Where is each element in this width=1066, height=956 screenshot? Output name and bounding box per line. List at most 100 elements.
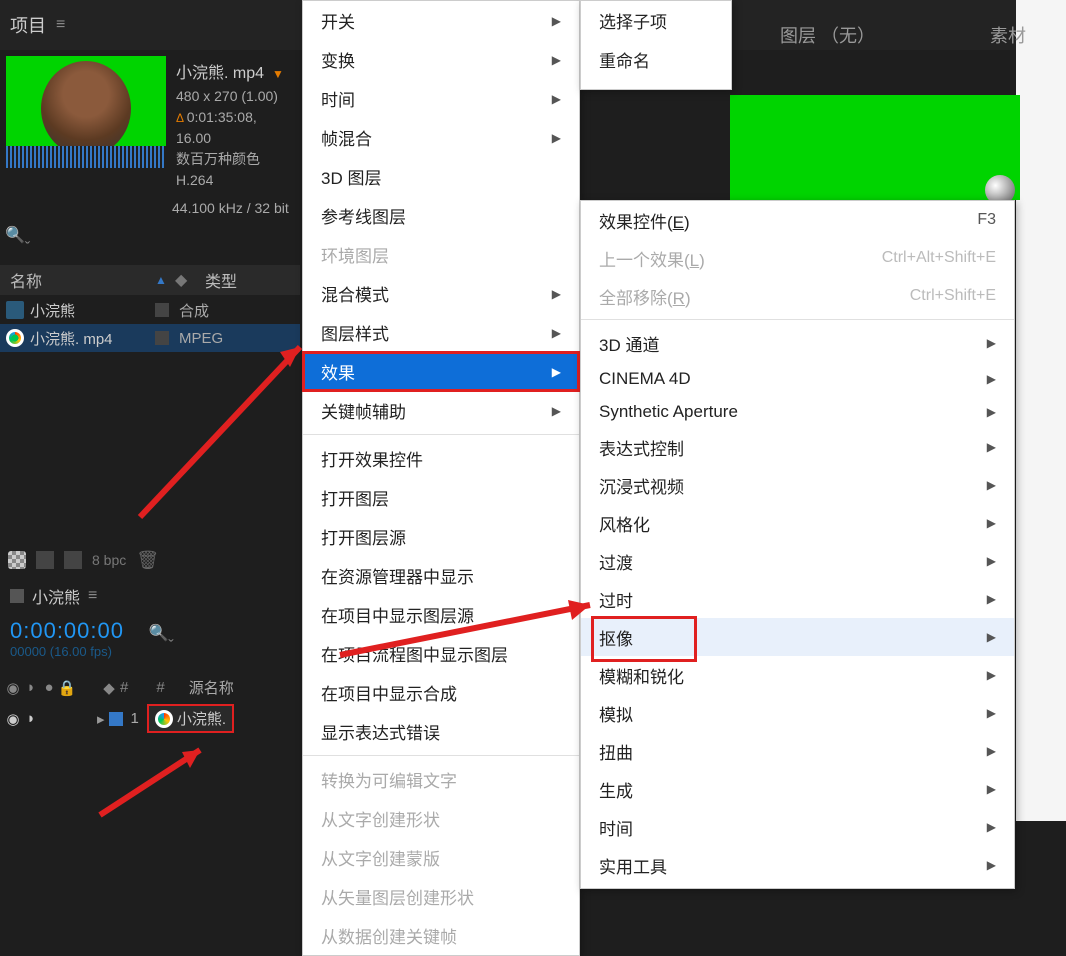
menu-item[interactable]: 选择子项 — [581, 1, 731, 40]
menu-item: 环境图层 — [303, 235, 579, 274]
menu-item[interactable]: 模拟▶ — [581, 694, 1014, 732]
menu-item[interactable]: 开关▶ — [303, 1, 579, 40]
chevron-right-icon: ▶ — [987, 820, 996, 834]
menu-item[interactable]: 抠像▶ — [581, 618, 1014, 656]
comp-icon — [6, 301, 24, 319]
search-icon[interactable]: 🔍⁠ˬ — [148, 623, 173, 643]
menu-item[interactable]: 过渡▶ — [581, 542, 1014, 580]
menu-item[interactable]: 显示表达式错误 — [303, 712, 579, 751]
timeline-row[interactable]: ◉ ◗ ▸ 1 小浣熊. — [0, 700, 300, 737]
file-thumbnail[interactable] — [6, 56, 166, 168]
project-search[interactable]: 🔍⁠ˬ — [5, 225, 30, 245]
menu-item: 从数据创建关键帧 — [303, 916, 579, 955]
row-tag[interactable] — [155, 303, 169, 317]
menu-item[interactable]: Synthetic Aperture▶ — [581, 395, 1014, 428]
row-name: 小浣熊. mp4 — [30, 328, 155, 349]
chevron-right-icon: ▶ — [987, 554, 996, 568]
menu-item[interactable]: 在项目流程图中显示图层 — [303, 634, 579, 673]
menu-item[interactable]: 模糊和锐化▶ — [581, 656, 1014, 694]
menu-item[interactable]: 混合模式▶ — [303, 274, 579, 313]
expand-icon[interactable]: ▸ — [97, 710, 105, 728]
menu-item[interactable]: 3D 图层 — [303, 157, 579, 196]
chevron-right-icon: ▶ — [552, 326, 561, 340]
annotation-arrow — [90, 730, 220, 821]
menu-item[interactable]: 时间▶ — [303, 79, 579, 118]
menu-item[interactable]: 沉浸式视频▶ — [581, 466, 1014, 504]
project-list-header: 名称 ▲ ◆ 类型 — [0, 265, 300, 295]
project-panel: 小浣熊. mp4 ▼ 480 x 270 (1.00) Δ 0:01:35:08… — [0, 50, 300, 203]
menu-item[interactable]: 重命名 — [581, 40, 731, 79]
chevron-right-icon: ▶ — [987, 372, 996, 386]
composition-preview[interactable] — [730, 95, 1020, 200]
menu-item[interactable]: 时间▶ — [581, 808, 1014, 846]
menu-item: 从矢量图层创建形状 — [303, 877, 579, 916]
list-row[interactable]: 小浣熊 合成 — [0, 296, 300, 324]
chevron-right-icon: ▶ — [987, 782, 996, 796]
menu-item[interactable]: 打开效果控件 — [303, 439, 579, 478]
row-type: MPEG — [179, 330, 223, 347]
menu-item[interactable]: 参考线图层 — [303, 196, 579, 235]
menu-item[interactable]: 关键帧辅助▶ — [303, 391, 579, 430]
trash-icon[interactable]: 🗑 — [136, 550, 159, 571]
menu-item[interactable]: 过时▶ — [581, 580, 1014, 618]
eye-icon[interactable]: ◉ — [6, 712, 20, 726]
menu-item[interactable]: CINEMA 4D▶ — [581, 362, 1014, 395]
menu-item[interactable]: 在项目中显示合成 — [303, 673, 579, 712]
chevron-right-icon: ▶ — [552, 404, 561, 418]
col-name[interactable]: 名称 — [0, 268, 155, 292]
caret-down-icon[interactable]: ▼ — [272, 65, 284, 83]
chevron-right-icon: ▶ — [987, 630, 996, 644]
eye-icon[interactable]: ◉ — [6, 681, 20, 695]
file-colors: 数百万种颜色 — [176, 149, 284, 170]
timecode[interactable]: 0:00:00:00 — [10, 618, 124, 643]
menu-item[interactable]: 在资源管理器中显示 — [303, 556, 579, 595]
chevron-right-icon: ▶ — [987, 706, 996, 720]
lock-icon[interactable]: 🔒 — [60, 681, 74, 695]
menu-item[interactable]: 打开图层源 — [303, 517, 579, 556]
row-type: 合成 — [179, 300, 209, 321]
bit-depth[interactable]: 8 bpc — [92, 552, 126, 568]
layer-color[interactable] — [109, 712, 123, 726]
menu-item[interactable]: 生成▶ — [581, 770, 1014, 808]
menu-item: 转换为可编辑文字 — [303, 760, 579, 799]
menu-item: 从文字创建形状 — [303, 799, 579, 838]
col-type[interactable]: 类型 — [200, 268, 237, 292]
solo-icon[interactable]: ● — [42, 681, 56, 695]
menu-item[interactable]: 打开图层 — [303, 478, 579, 517]
menu-item[interactable]: 实用工具▶ — [581, 846, 1014, 884]
comp-title[interactable]: 小浣熊 — [32, 584, 80, 608]
layer-context-menu: 开关▶变换▶时间▶帧混合▶3D 图层参考线图层环境图层混合模式▶图层样式▶效果▶… — [302, 0, 580, 956]
menu-item[interactable]: 帧混合▶ — [303, 118, 579, 157]
shortcut-label: Ctrl+Alt+Shift+E — [882, 249, 996, 267]
chevron-right-icon: ▶ — [552, 365, 561, 379]
transparency-icon[interactable] — [8, 551, 26, 569]
menu-item[interactable]: 图层样式▶ — [303, 313, 579, 352]
row-tag[interactable] — [155, 331, 169, 345]
layer-panel-label: 图层 （无） — [780, 22, 875, 48]
new-comp-icon[interactable] — [36, 551, 54, 569]
menu-item[interactable]: 表达式控制▶ — [581, 428, 1014, 466]
new-folder-icon[interactable] — [64, 551, 82, 569]
menu-item[interactable]: 3D 通道▶ — [581, 324, 1014, 362]
chevron-right-icon: ▶ — [552, 14, 561, 28]
search-icon: 🔍⁠ˬ — [5, 225, 30, 245]
menu-item[interactable]: 效果▶ — [303, 352, 579, 391]
shortcut-label: Ctrl+Shift+E — [910, 287, 996, 305]
audio-icon[interactable]: ◗ — [24, 681, 38, 695]
panel-menu-icon[interactable]: ≡ — [56, 16, 65, 34]
sort-indicator-icon: ▲ — [155, 273, 175, 287]
list-row[interactable]: 小浣熊. mp4 MPEG — [0, 324, 300, 352]
chevron-right-icon: ▶ — [987, 440, 996, 454]
menu-item[interactable]: 风格化▶ — [581, 504, 1014, 542]
menu-item[interactable]: 扭曲▶ — [581, 732, 1014, 770]
menu-item[interactable]: 在项目中显示图层源 — [303, 595, 579, 634]
audio-icon[interactable]: ◗ — [24, 712, 38, 726]
menu-item[interactable]: 效果控件(E)F3 — [581, 201, 1014, 239]
source-name-col[interactable]: 源名称 — [189, 677, 234, 698]
video-file-icon — [6, 329, 24, 347]
comp-color-box — [10, 589, 24, 603]
timecode-sub: 00000 (16.00 fps) — [10, 644, 290, 659]
panel-menu-icon[interactable]: ≡ — [88, 587, 97, 605]
layer-item[interactable]: 小浣熊. — [147, 704, 234, 733]
menu-item[interactable]: 变换▶ — [303, 40, 579, 79]
